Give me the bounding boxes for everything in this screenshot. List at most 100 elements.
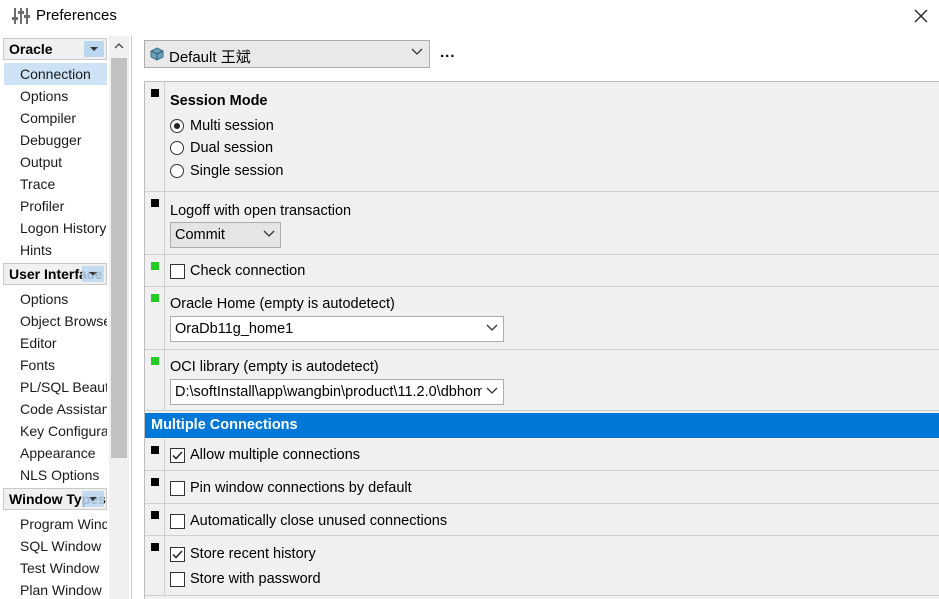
checkbox-label: Store recent history xyxy=(190,546,316,562)
check-connection-checkbox[interactable]: Check connection xyxy=(170,263,305,279)
radio-label: Multi session xyxy=(190,118,274,134)
checkbox-label: Allow multiple connections xyxy=(190,447,361,463)
logoff-select[interactable]: Commit xyxy=(170,222,281,248)
scroll-up-arrow-icon[interactable] xyxy=(109,36,129,56)
modified-marker xyxy=(151,357,159,365)
session-mode-row: Session Mode Multi session Dual session … xyxy=(145,82,939,192)
chevron-down-icon xyxy=(411,48,423,55)
radio-dual-session[interactable]: Dual session xyxy=(170,140,273,156)
logoff-row: Logoff with open transaction Commit xyxy=(145,192,939,255)
checkmark-icon xyxy=(172,450,183,460)
section-title: Multiple Connections xyxy=(151,417,298,433)
preferences-sliders-icon xyxy=(12,8,30,24)
oci-library-select[interactable]: D:\softInstall\app\wangbin\product\11.2.… xyxy=(170,379,504,405)
store-history-row: Store recent history Store with password xyxy=(145,536,939,596)
nav-item-appearance[interactable]: Appearance xyxy=(4,442,107,464)
close-button[interactable] xyxy=(906,2,936,30)
checkbox[interactable] xyxy=(170,571,185,587)
nav-item-options[interactable]: Options xyxy=(4,85,107,107)
default-marker xyxy=(151,478,159,486)
chevron-down-icon xyxy=(263,230,275,237)
auto-close-checkbox[interactable]: Automatically close unused connections xyxy=(170,513,447,529)
checkbox[interactable] xyxy=(170,263,185,279)
nav-item-trace[interactable]: Trace xyxy=(4,173,107,195)
default-marker xyxy=(151,511,159,519)
profile-value: Default 王斌 xyxy=(169,49,251,66)
scroll-thumb[interactable] xyxy=(111,58,127,458)
checkbox[interactable] xyxy=(170,480,185,496)
nav-group-label: Oracle xyxy=(9,41,53,57)
database-cube-icon xyxy=(150,47,164,61)
oci-library-label: OCI library (empty is autodetect) xyxy=(170,359,379,375)
nav-item-output[interactable]: Output xyxy=(4,151,107,173)
profile-more-button[interactable]: ... xyxy=(440,44,456,61)
nav-item-ui-options[interactable]: Options xyxy=(4,288,107,310)
radio-button[interactable] xyxy=(170,164,184,178)
nav-item-profiler[interactable]: Profiler xyxy=(4,195,107,217)
nav-item-program-window[interactable]: Program Window xyxy=(4,513,107,535)
nav-item-fonts[interactable]: Fonts xyxy=(4,354,107,376)
nav-item-logon-history[interactable]: Logon History xyxy=(4,217,107,239)
nav-item-object-browser[interactable]: Object Browser xyxy=(4,310,107,332)
check-connection-row: Check connection xyxy=(145,255,939,287)
default-marker xyxy=(151,89,159,97)
chevron-down-icon xyxy=(486,324,498,331)
title-bar: Preferences xyxy=(0,0,939,33)
radio-button[interactable] xyxy=(170,119,184,133)
checkbox[interactable] xyxy=(170,546,185,562)
store-password-checkbox[interactable]: Store with password xyxy=(170,571,321,587)
checkbox[interactable] xyxy=(170,447,185,463)
nav-item-key-configuration[interactable]: Key Configuration xyxy=(4,420,107,442)
radio-multi-session[interactable]: Multi session xyxy=(170,118,274,134)
oracle-home-row: Oracle Home (empty is autodetect) OraDb1… xyxy=(145,287,939,350)
pin-window-checkbox[interactable]: Pin window connections by default xyxy=(170,480,412,496)
allow-multiple-row: Allow multiple connections xyxy=(145,439,939,471)
radio-button[interactable] xyxy=(170,141,184,155)
nav-group-window-types[interactable]: Window Types xyxy=(3,488,107,510)
collapse-arrow-icon[interactable] xyxy=(82,266,104,282)
oracle-home-value: OraDb11g_home1 xyxy=(175,321,294,337)
chevron-down-icon xyxy=(486,387,498,394)
nav-item-nls-options[interactable]: NLS Options xyxy=(4,464,107,486)
modified-marker xyxy=(151,262,159,270)
profile-select[interactable]: Default 王斌 xyxy=(144,40,430,68)
window-title: Preferences xyxy=(36,7,117,24)
close-icon xyxy=(914,9,928,23)
auto-close-row: Automatically close unused connections xyxy=(145,504,939,536)
allow-multiple-checkbox[interactable]: Allow multiple connections xyxy=(170,447,360,463)
nav-item-test-window[interactable]: Test Window xyxy=(4,557,107,579)
nav-item-debugger[interactable]: Debugger xyxy=(4,129,107,151)
pin-window-row: Pin window connections by default xyxy=(145,471,939,504)
nav-item-compiler[interactable]: Compiler xyxy=(4,107,107,129)
preferences-nav-panel: Oracle Connection Options Compiler Debug… xyxy=(0,36,132,599)
checkbox-label: Store with password xyxy=(190,571,321,587)
nav-item-editor[interactable]: Editor xyxy=(4,332,107,354)
checkbox[interactable] xyxy=(170,513,185,529)
radio-single-session[interactable]: Single session xyxy=(170,163,284,179)
oracle-home-select[interactable]: OraDb11g_home1 xyxy=(170,316,504,342)
multiple-connections-header: Multiple Connections xyxy=(145,413,939,438)
nav-scrollbar[interactable] xyxy=(109,36,129,599)
default-marker xyxy=(151,199,159,207)
store-history-checkbox[interactable]: Store recent history xyxy=(170,546,316,562)
default-marker xyxy=(151,543,159,551)
oci-library-row: OCI library (empty is autodetect) D:\sof… xyxy=(145,350,939,411)
nav-item-plsql-beautifier[interactable]: PL/SQL Beautifier xyxy=(4,376,107,398)
nav-group-user-interface[interactable]: User Interface xyxy=(3,263,107,285)
nav-item-plan-window[interactable]: Plan Window xyxy=(4,579,107,599)
nav-item-code-assistant[interactable]: Code Assistant xyxy=(4,398,107,420)
checkbox-label: Automatically close unused connections xyxy=(190,513,448,529)
collapse-arrow-icon[interactable] xyxy=(82,491,104,507)
session-mode-title: Session Mode xyxy=(170,93,268,109)
checkmark-icon xyxy=(172,549,183,559)
nav-item-hints[interactable]: Hints xyxy=(4,239,107,261)
modified-marker xyxy=(151,294,159,302)
radio-label: Single session xyxy=(190,163,284,179)
nav-item-sql-window[interactable]: SQL Window xyxy=(4,535,107,557)
nav-group-oracle[interactable]: Oracle xyxy=(3,38,107,60)
nav-item-connection[interactable]: Connection xyxy=(4,63,107,85)
default-marker xyxy=(151,446,159,454)
logoff-label: Logoff with open transaction xyxy=(170,203,352,219)
checkbox-label: Pin window connections by default xyxy=(190,480,412,496)
collapse-arrow-icon[interactable] xyxy=(84,41,104,57)
